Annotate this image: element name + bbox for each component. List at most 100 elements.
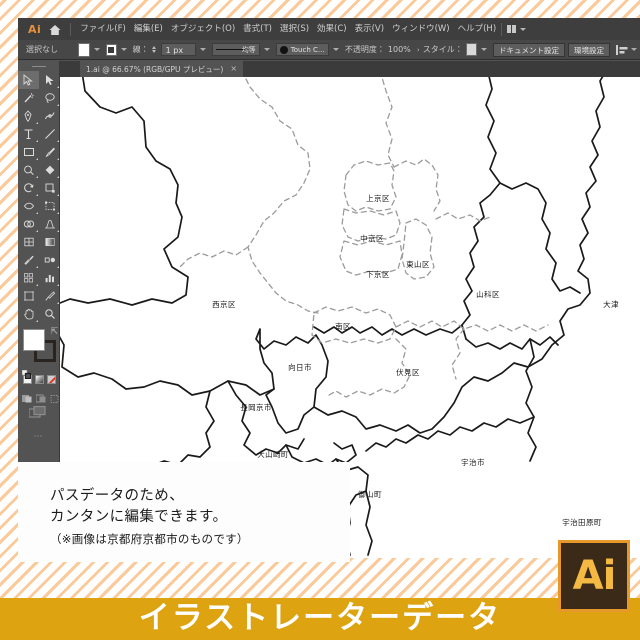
menu-item-view[interactable]: 表示(V): [351, 18, 388, 40]
opacity-value[interactable]: 100%: [388, 45, 414, 54]
brush-definition-preview[interactable]: Touch C...: [275, 43, 329, 56]
map-label: 下京区: [366, 270, 390, 279]
info-line-2: カンタンに編集できます。: [50, 509, 228, 525]
style-chevron-down-icon[interactable]: [481, 48, 487, 51]
map-label: 大津: [603, 300, 619, 309]
perspective-grid-tool[interactable]: [39, 215, 60, 233]
document-setup-button[interactable]: ドキュメント設定: [493, 42, 565, 57]
menu-item-object[interactable]: オブジェクト(O): [167, 18, 239, 40]
shaper-tool[interactable]: [18, 161, 39, 179]
rotate-tool[interactable]: [18, 179, 39, 197]
type-tool[interactable]: [18, 125, 39, 143]
document-tab[interactable]: 1.ai @ 66.67% (RGB/GPU プレビュー) ×: [80, 61, 244, 77]
blob-brush-tool[interactable]: [39, 161, 60, 179]
hand-tool[interactable]: [18, 305, 39, 323]
menu-item-help[interactable]: ヘルプ(H): [454, 18, 501, 40]
menu-divider: [70, 22, 72, 36]
change-screen-mode-button[interactable]: [28, 405, 59, 424]
home-icon[interactable]: [48, 22, 62, 36]
menu-bar: Ai ファイル(F) 編集(E) オブジェクト(O) 書式(T) 選択(S) 効…: [18, 18, 640, 40]
slice-tool[interactable]: [39, 287, 60, 305]
opacity-flyout-icon[interactable]: ›: [417, 46, 420, 54]
magic-wand-tool[interactable]: [18, 89, 39, 107]
ai-logo: Ai: [28, 22, 42, 36]
map-label: 長岡京市: [240, 403, 272, 412]
map-label: 山科区: [476, 290, 500, 299]
menu-item-file[interactable]: ファイル(F): [76, 18, 130, 40]
paintbrush-tool[interactable]: [39, 143, 60, 161]
align-icon[interactable]: [616, 44, 640, 55]
rectangle-tool[interactable]: [18, 143, 39, 161]
map-label: 宇治市: [461, 458, 485, 467]
artboard-tool[interactable]: [18, 287, 39, 305]
info-card: パスデータのため、 カンタンに編集できます。 （※画像は京都府京都市のものです）: [18, 462, 350, 562]
brush-chevron-down-icon[interactable]: [332, 48, 339, 51]
curvature-tool[interactable]: [39, 107, 60, 125]
arrange-documents-icon[interactable]: [507, 25, 517, 33]
fill-chevron-down-icon[interactable]: [94, 48, 101, 51]
illustrator-badge-label: Ai: [572, 553, 617, 599]
drawing-mode-buttons: [22, 389, 60, 403]
stroke-profile-chevron-down-icon[interactable]: [263, 48, 270, 51]
draw-behind-button[interactable]: [35, 389, 46, 403]
symbol-sprayer-tool[interactable]: [18, 269, 39, 287]
map-label: 中京区: [360, 234, 384, 243]
draw-normal-button[interactable]: [22, 389, 32, 403]
column-graph-tool[interactable]: [39, 269, 60, 287]
fill-swatch[interactable]: [78, 42, 91, 57]
control-bar: 選択なし 線： 1 px 均等 Touch C... 不透明度： 100% › …: [18, 40, 640, 60]
zoom-tool[interactable]: [39, 305, 60, 323]
brush-definition-label: Touch C...: [290, 45, 325, 54]
menu-item-effect[interactable]: 効果(C): [313, 18, 351, 40]
align-chevron-down-icon[interactable]: [631, 48, 637, 51]
stroke-weight-input[interactable]: 1 px: [160, 43, 197, 56]
menu-item-select[interactable]: 選択(S): [276, 18, 313, 40]
free-transform-tool[interactable]: [39, 197, 60, 215]
map-label: 宇治田原町: [562, 518, 602, 527]
width-tool[interactable]: [18, 197, 39, 215]
style-label: スタイル：: [422, 45, 463, 54]
line-segment-tool[interactable]: [39, 125, 60, 143]
lasso-tool[interactable]: [39, 89, 60, 107]
gradient-mode-button[interactable]: [35, 375, 44, 384]
stroke-weight-stepper[interactable]: [151, 46, 156, 53]
stroke-swatch[interactable]: [106, 43, 117, 56]
map-label: 南区: [335, 322, 351, 331]
preferences-button[interactable]: 環境設定: [568, 42, 610, 57]
menu-item-edit[interactable]: 編集(E): [130, 18, 167, 40]
illustrator-badge: Ai: [558, 540, 630, 612]
draw-inside-button[interactable]: [50, 389, 60, 403]
graphic-style-swatch[interactable]: [465, 43, 477, 56]
tool-grid: [18, 71, 59, 323]
map-label: 東山区: [406, 260, 430, 269]
default-fill-stroke-icon[interactable]: [21, 364, 32, 380]
shape-builder-tool[interactable]: [18, 215, 39, 233]
stroke-weight-chevron-down-icon[interactable]: [200, 48, 207, 51]
fill-color-box[interactable]: [23, 329, 45, 351]
menu-divider-2: [501, 22, 503, 36]
swap-fill-stroke-icon[interactable]: ⇱: [50, 328, 58, 337]
eyedropper-tool[interactable]: [18, 251, 39, 269]
none-mode-button[interactable]: [47, 375, 56, 384]
gradient-tool[interactable]: [39, 233, 60, 251]
direct-selection-tool[interactable]: [39, 71, 60, 89]
stroke-profile-preview[interactable]: 均等: [212, 43, 260, 56]
stroke-weight-label: 線：: [132, 45, 149, 54]
selection-tool[interactable]: [18, 71, 39, 89]
pen-tool[interactable]: [18, 107, 39, 125]
chevron-down-icon[interactable]: [520, 27, 527, 31]
map-label: 上京区: [366, 194, 390, 203]
stroke-chevron-down-icon[interactable]: [120, 48, 127, 51]
scale-tool[interactable]: [39, 179, 60, 197]
panel-grip[interactable]: [18, 61, 59, 71]
mesh-tool[interactable]: [18, 233, 39, 251]
edit-toolbar-icon[interactable]: ⋯: [18, 432, 59, 442]
close-icon[interactable]: ×: [230, 65, 237, 73]
map-label: 伏見区: [396, 368, 420, 377]
banner-title: イラストレーターデータ: [138, 600, 502, 636]
blend-tool[interactable]: [39, 251, 60, 269]
info-card-inner: パスデータのため、 カンタンに編集できます。 （※画像は京都府京都市のものです）: [18, 462, 350, 550]
menu-item-type[interactable]: 書式(T): [239, 18, 276, 40]
brush-dot-icon: [279, 45, 288, 54]
menu-item-window[interactable]: ウィンドウ(W): [388, 18, 454, 40]
